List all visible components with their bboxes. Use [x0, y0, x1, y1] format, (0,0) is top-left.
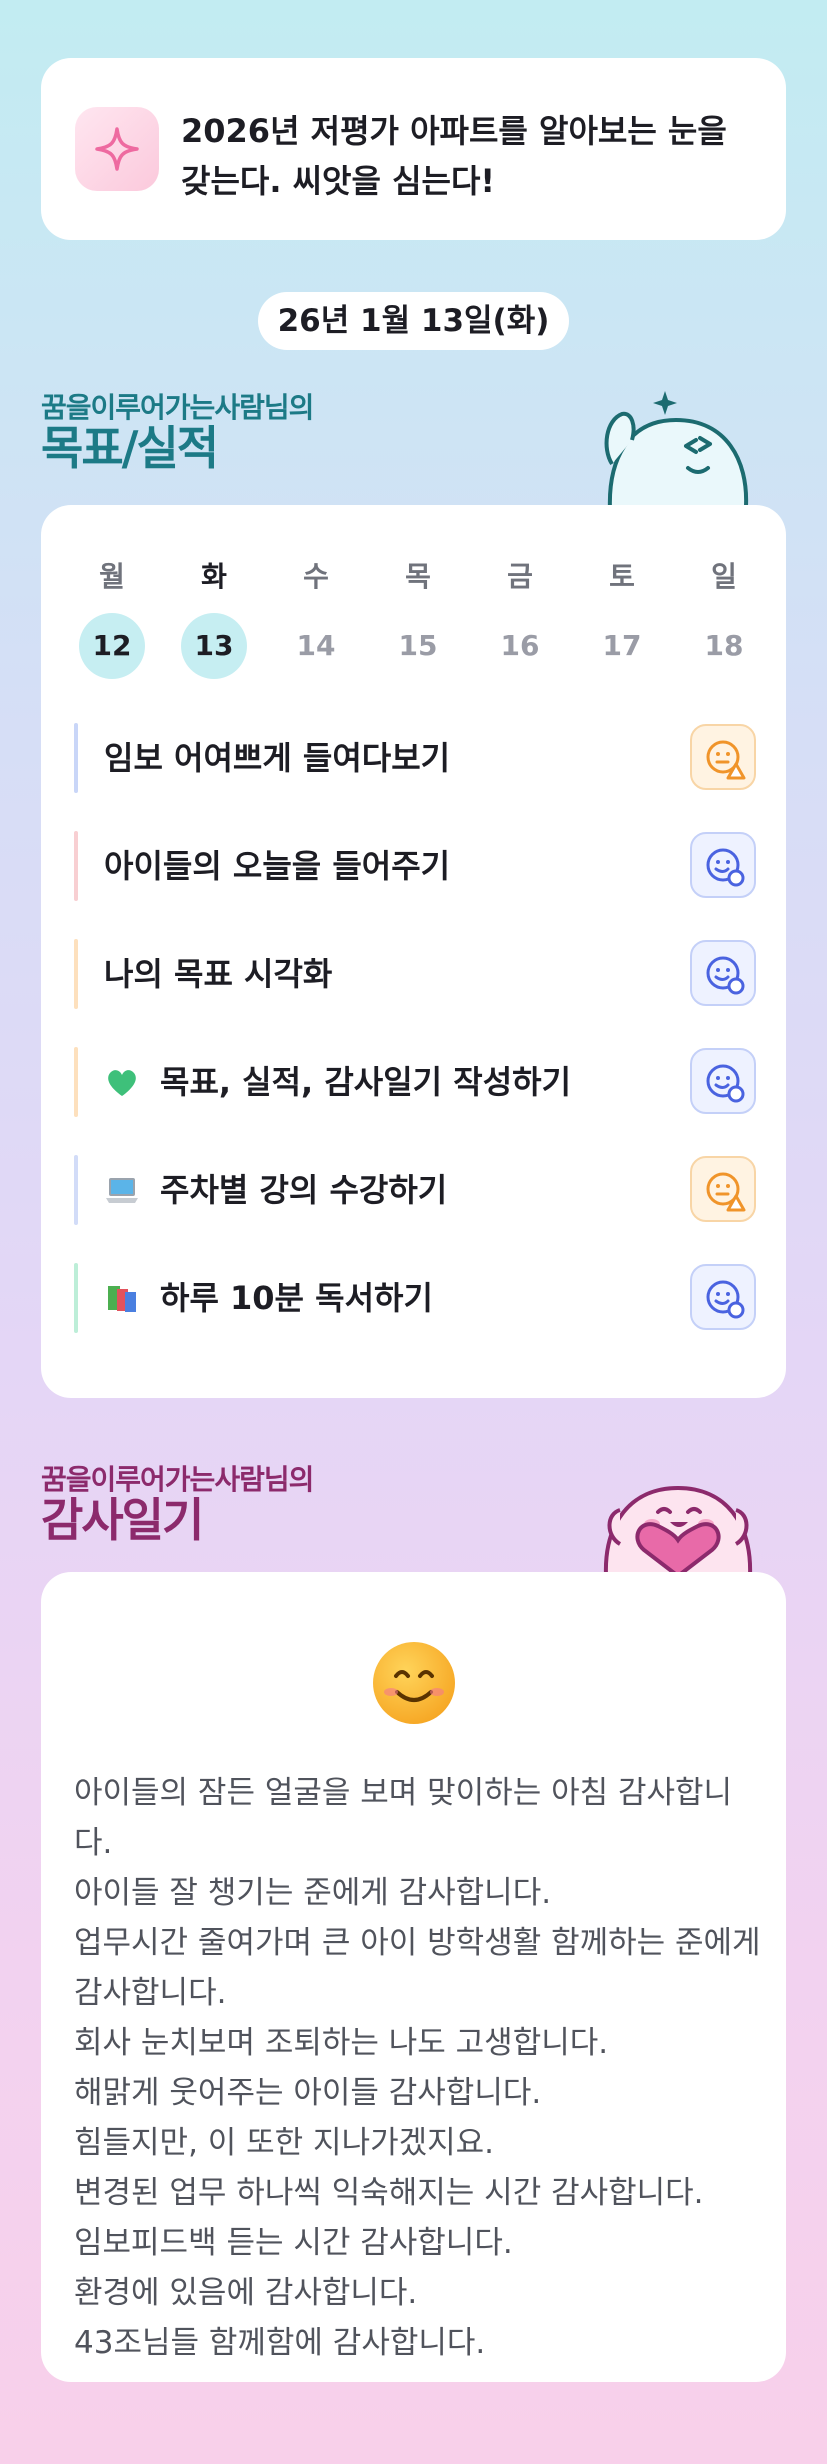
- day-wed[interactable]: 수 14: [265, 555, 367, 679]
- day-name: 일: [711, 560, 737, 593]
- task-color-bar: [74, 939, 78, 1009]
- day-number: 12: [79, 613, 145, 679]
- day-name: 토: [609, 560, 635, 593]
- task-item[interactable]: 나의 목표 시각화: [74, 939, 756, 1009]
- task-color-bar: [74, 1155, 78, 1225]
- day-name: 월: [99, 560, 125, 593]
- goal-banner[interactable]: 2026년 저평가 아파트를 알아보는 눈을 갖는다. 씨앗을 심는다!: [41, 58, 786, 240]
- task-label: 임보 어여쁘게 들여다보기: [104, 739, 451, 777]
- diary-section-title: 감사일기: [41, 1493, 204, 1547]
- diary-line: 힘들지만, 이 또한 지나가겠지요.: [74, 2125, 495, 2161]
- status-complete-icon[interactable]: [690, 1264, 756, 1330]
- task-item[interactable]: 주차별 강의 수강하기: [74, 1155, 756, 1225]
- day-number: 18: [704, 629, 744, 662]
- task-label: 주차별 강의 수강하기: [160, 1171, 448, 1209]
- sparkle-icon: [75, 107, 159, 191]
- diary-line: 아이들의 잠든 얼굴을 보며 맞이하는 아침 감사합니다.: [74, 1775, 733, 1861]
- goals-card: 월 12 화 13 수 14 목 15 금 16 토 17 일 18 임보 어여…: [41, 505, 786, 1398]
- status-warning-icon[interactable]: [690, 1156, 756, 1222]
- green-heart-icon: [108, 1070, 136, 1096]
- task-color-bar: [74, 1047, 78, 1117]
- laptop-icon: [106, 1178, 138, 1203]
- task-item[interactable]: 목표, 실적, 감사일기 작성하기: [74, 1047, 756, 1117]
- day-number: 16: [500, 629, 540, 662]
- day-name: 화: [201, 560, 227, 593]
- diary-line: 업무시간 줄여가며 큰 아이 방학생활 함께하는 준에게 감사합니다.: [74, 1925, 761, 2011]
- status-complete-icon[interactable]: [690, 832, 756, 898]
- heart-mascot-illustration: [603, 1485, 753, 1576]
- task-label: 나의 목표 시각화: [104, 955, 333, 993]
- diary-line: 환경에 있음에 감사합니다.: [74, 2275, 418, 2311]
- books-icon: [108, 1286, 136, 1312]
- diary-line: 43조님들 함께함에 감사합니다.: [74, 2325, 486, 2361]
- task-label: 하루 10분 독서하기: [160, 1279, 433, 1317]
- status-warning-icon[interactable]: [690, 724, 756, 790]
- day-number: 15: [398, 629, 438, 662]
- day-number: 13: [181, 613, 247, 679]
- day-fri[interactable]: 금 16: [469, 555, 571, 679]
- gratitude-diary-card: 아이들의 잠든 얼굴을 보며 맞이하는 아침 감사합니다. 아이들 잘 챙기는 …: [41, 1572, 786, 2382]
- status-complete-icon[interactable]: [690, 940, 756, 1006]
- diary-line: 변경된 업무 하나씩 익숙해지는 시간 감사합니다.: [74, 2175, 704, 2211]
- day-thu[interactable]: 목 15: [367, 555, 469, 679]
- diary-line: 임보피드백 듣는 시간 감사합니다.: [74, 2225, 513, 2261]
- diary-line: 해맑게 웃어주는 아이들 감사합니다.: [74, 2075, 542, 2111]
- task-item[interactable]: 하루 10분 독서하기: [74, 1263, 756, 1333]
- task-label: 아이들의 오늘을 들어주기: [104, 847, 451, 885]
- task-item[interactable]: 아이들의 오늘을 들어주기: [74, 831, 756, 901]
- day-name: 수: [303, 560, 329, 593]
- task-color-bar: [74, 831, 78, 901]
- day-mon[interactable]: 월 12: [61, 555, 163, 679]
- task-item[interactable]: 임보 어여쁘게 들여다보기: [74, 723, 756, 793]
- day-name: 금: [507, 560, 533, 593]
- day-number: 14: [296, 629, 336, 662]
- goals-section-title: 목표/실적: [41, 421, 219, 475]
- day-sat[interactable]: 토 17: [571, 555, 673, 679]
- day-sun[interactable]: 일 18: [673, 555, 775, 679]
- day-number: 17: [602, 629, 642, 662]
- status-complete-icon[interactable]: [690, 1048, 756, 1114]
- week-calendar: 월 12 화 13 수 14 목 15 금 16 토 17 일 18: [61, 555, 776, 679]
- ghost-mascot-illustration: [604, 391, 751, 510]
- diary-line: 아이들 잘 챙기는 준에게 감사합니다.: [74, 1875, 552, 1911]
- smiling-face-icon: [373, 1642, 455, 1724]
- diary-line: 회사 눈치보며 조퇴하는 나도 고생합니다.: [74, 2025, 609, 2061]
- date-pill[interactable]: 26년 1월 13일(화): [258, 292, 569, 350]
- diary-entry-text: 아이들의 잠든 얼굴을 보며 맞이하는 아침 감사합니다. 아이들 잘 챙기는 …: [74, 1768, 764, 2368]
- day-tue[interactable]: 화 13: [163, 555, 265, 679]
- task-color-bar: [74, 1263, 78, 1333]
- goal-statement: 2026년 저평가 아파트를 알아보는 눈을 갖는다. 씨앗을 심는다!: [181, 112, 727, 200]
- day-name: 목: [405, 560, 431, 593]
- task-color-bar: [74, 723, 78, 793]
- task-label: 목표, 실적, 감사일기 작성하기: [160, 1063, 572, 1101]
